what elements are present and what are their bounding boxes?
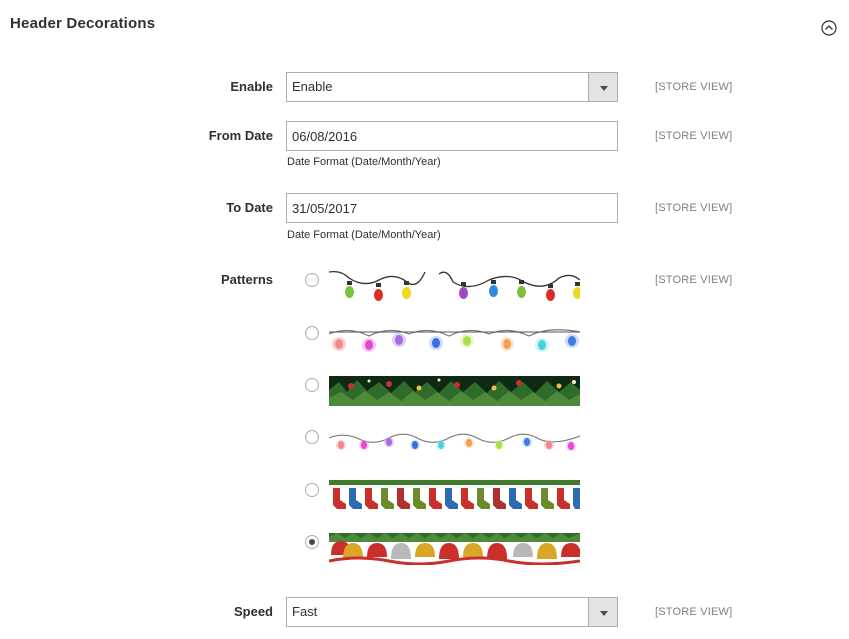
bell-shapes bbox=[331, 541, 580, 559]
enable-label: Enable bbox=[230, 79, 273, 94]
from-date-scope: [STORE VIEW] bbox=[655, 130, 733, 142]
pattern-small-glowing-lights[interactable] bbox=[329, 428, 580, 458]
pattern-christmas-bells[interactable] bbox=[329, 533, 580, 565]
patterns-label: Patterns bbox=[220, 272, 273, 287]
to-date-scope: [STORE VIEW] bbox=[655, 202, 733, 214]
from-date-label: From Date bbox=[208, 128, 273, 143]
to-date-input[interactable] bbox=[286, 193, 618, 223]
collapse-icon[interactable] bbox=[821, 20, 837, 36]
bulb-shapes bbox=[345, 280, 580, 301]
pattern-radio-2[interactable] bbox=[305, 326, 319, 340]
patterns-scope: [STORE VIEW] bbox=[655, 274, 733, 286]
speed-select[interactable]: Fast bbox=[286, 597, 618, 627]
pattern-colored-bulb-lights[interactable] bbox=[329, 268, 580, 306]
enable-scope: [STORE VIEW] bbox=[655, 81, 733, 93]
chevron-down-icon bbox=[600, 611, 608, 616]
to-date-note: Date Format (Date/Month/Year) bbox=[287, 229, 441, 241]
speed-select-arrow[interactable] bbox=[588, 597, 618, 627]
section-title: Header Decorations bbox=[10, 15, 156, 32]
pattern-christmas-stockings[interactable] bbox=[329, 480, 580, 514]
pattern-radio-1[interactable] bbox=[305, 273, 319, 287]
enable-select-value: Enable bbox=[286, 72, 618, 102]
to-date-label: To Date bbox=[226, 200, 273, 215]
enable-select[interactable]: Enable bbox=[286, 72, 618, 102]
speed-label: Speed bbox=[233, 604, 273, 619]
speed-scope: [STORE VIEW] bbox=[655, 606, 733, 618]
pattern-radio-3[interactable] bbox=[305, 378, 319, 392]
enable-select-arrow[interactable] bbox=[588, 72, 618, 102]
pattern-radio-5[interactable] bbox=[305, 483, 319, 497]
stocking-shapes bbox=[333, 486, 580, 509]
chevron-down-icon bbox=[600, 86, 608, 91]
pattern-glowing-bulb-lights[interactable] bbox=[329, 324, 580, 354]
pattern-pine-garland[interactable] bbox=[329, 376, 580, 406]
speed-select-value: Fast bbox=[286, 597, 618, 627]
pattern-radio-6[interactable] bbox=[305, 535, 319, 549]
from-date-input[interactable] bbox=[286, 121, 618, 151]
from-date-note: Date Format (Date/Month/Year) bbox=[287, 156, 441, 168]
pattern-radio-4[interactable] bbox=[305, 430, 319, 444]
